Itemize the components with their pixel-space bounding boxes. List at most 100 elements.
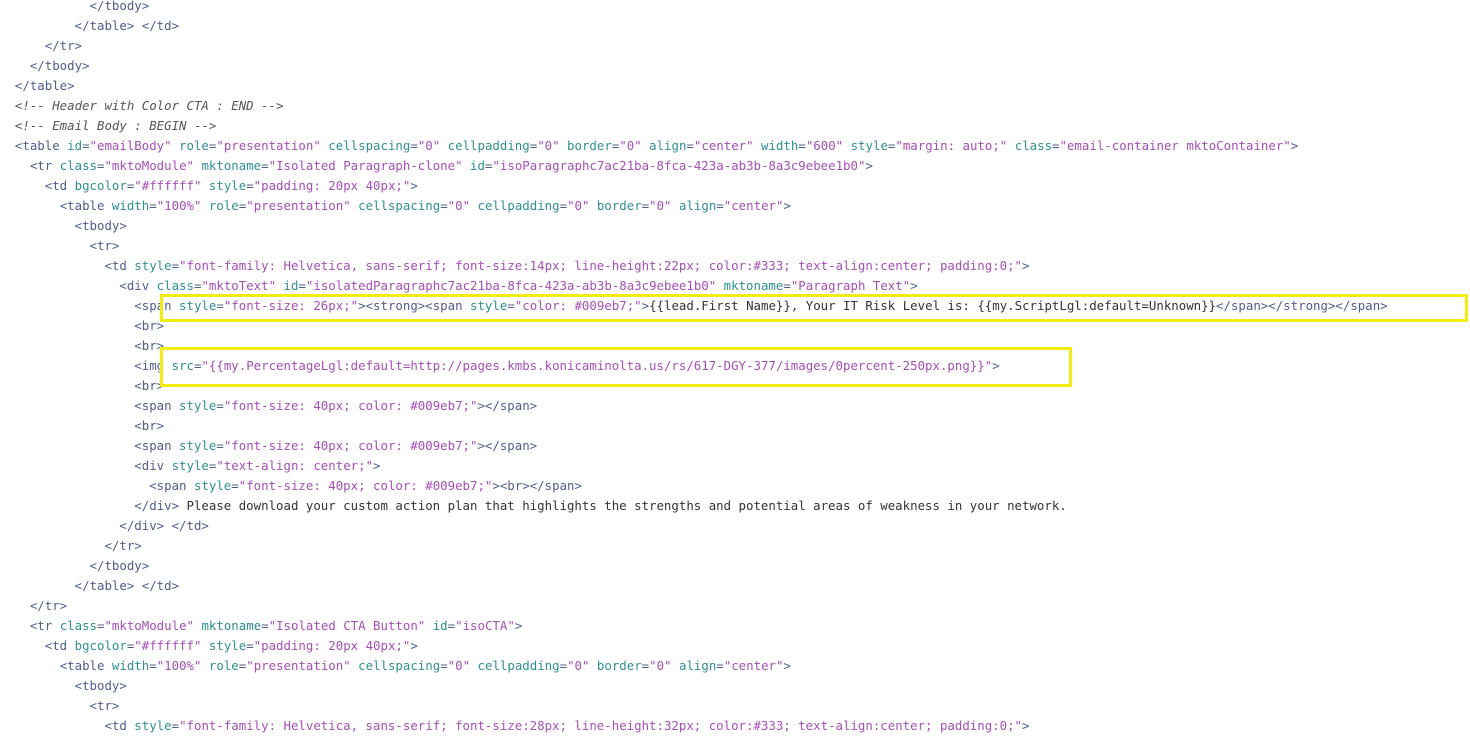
code-token-val: "presentation" [246, 198, 351, 213]
code-line: <td style="font-family: Helvetica, sans-… [0, 716, 1388, 736]
code-token-tag: = [298, 278, 306, 293]
code-token-tag: <table [59, 198, 112, 213]
code-token-val: "0" [567, 198, 590, 213]
code-token-tag: <td [44, 178, 75, 193]
code-token-tag: = [149, 658, 157, 673]
code-token-tag: = [440, 658, 448, 673]
code-token-val: "isoCTA" [455, 618, 515, 633]
code-token-attr: id [425, 618, 448, 633]
code-token-tag: <tbody> [74, 218, 127, 233]
code-token-val: "#ffffff" [134, 178, 202, 193]
code-token-attr: style [201, 178, 247, 193]
code-token-tag: = [261, 618, 269, 633]
code-token-tag: > [373, 458, 381, 473]
code-token-attr: class [156, 278, 194, 293]
code-token-tag: </div> [119, 518, 165, 533]
code-line: </table> </td> [0, 16, 1388, 36]
code-token-tag: <div [119, 278, 157, 293]
code-token-attr: align [641, 138, 687, 153]
code-token-attr: style [193, 478, 232, 493]
code-token-tag: = [171, 718, 180, 733]
code-token-attr: style [134, 718, 172, 733]
code-token-val: "100%" [156, 658, 202, 673]
code-token-val: "0" [537, 138, 560, 153]
code-token-val: "0" [619, 138, 642, 153]
code-line: </div> </td> [0, 516, 1388, 536]
code-token-attr: style [201, 638, 247, 653]
code-token-tag: </table> [74, 578, 135, 593]
code-token-tag: = [171, 258, 180, 273]
code-token-val: "0" [649, 658, 672, 673]
code-token-attr: style [179, 438, 217, 453]
code-token-tag: = [246, 638, 254, 653]
code-token-attr: bgcolor [74, 178, 127, 193]
code-token-comment: <!-- Email Body : BEGIN --> [14, 118, 217, 133]
code-token-tag: = [440, 198, 448, 213]
code-token-val: "600" [805, 138, 844, 153]
code-token-tag: = [216, 398, 224, 413]
code-token-attr: align [671, 198, 717, 213]
code-token-val: "#ffffff" [134, 638, 202, 653]
code-line: <tr> [0, 696, 1388, 716]
code-token-attr: cellpadding [440, 138, 530, 153]
code-token-attr: cellpadding [470, 198, 560, 213]
code-token-attr: border [559, 138, 612, 153]
code-token-tag: </td> [141, 18, 180, 33]
code-token-tag: <td [44, 638, 75, 653]
code-token-attr: id [67, 138, 83, 153]
code-token-tag: > [514, 618, 523, 633]
code-line: <div class="mktoText" id="isolatedParagr… [0, 276, 1388, 296]
code-token-val: "0" [567, 658, 590, 673]
code-token-val: "isolatedParagraphc7ac21ba-8fca-423a-ab3… [305, 278, 717, 293]
code-token-attr: width [111, 198, 150, 213]
code-line: <td bgcolor="#ffffff" style="padding: 20… [0, 636, 1388, 656]
code-line: <span style="font-size: 40px; color: #00… [0, 396, 1388, 416]
code-line: <!-- Header with Color CTA : END --> [0, 96, 1388, 116]
code-line: <table id="emailBody" role="presentation… [0, 136, 1388, 156]
code-token-tag: > [1022, 258, 1030, 273]
code-token-tag: > [410, 638, 418, 653]
code-token-tag: = [1052, 138, 1060, 153]
code-token-tag: </div> [134, 498, 180, 513]
code-line: <table width="100%" role="presentation" … [0, 656, 1388, 676]
highlight-box-heading-span [160, 294, 1468, 322]
code-token-attr: class [1007, 138, 1053, 153]
code-token-val: "Paragraph Text" [790, 278, 911, 293]
code-line: </tbody> [0, 0, 1388, 16]
code-line: <span style="font-size: 40px; color: #00… [0, 436, 1388, 456]
code-line: <tr class="mktoModule" mktoname="Isolate… [0, 156, 1388, 176]
code-token-tag: = [559, 658, 568, 673]
code-line: <span style="font-size: 40px; color: #00… [0, 476, 1388, 496]
code-token-tag: = [559, 198, 568, 213]
highlight-box-img-tag [160, 347, 1072, 387]
code-token-val: "mktoModule" [104, 158, 194, 173]
code-token-tag: <br> [134, 418, 165, 433]
code-token-tag: = [798, 138, 806, 153]
code-token-val: "100%" [156, 198, 202, 213]
code-token-val: "center" [723, 658, 784, 673]
code-token-tag: ></span> [477, 398, 538, 413]
code-token-attr: align [671, 658, 717, 673]
code-token-tag: > [910, 278, 918, 293]
code-token-tag: = [447, 618, 456, 633]
code-token-attr: width [753, 138, 799, 153]
code-token-val: "font-size: 40px; color: #009eb7;" [223, 398, 478, 413]
